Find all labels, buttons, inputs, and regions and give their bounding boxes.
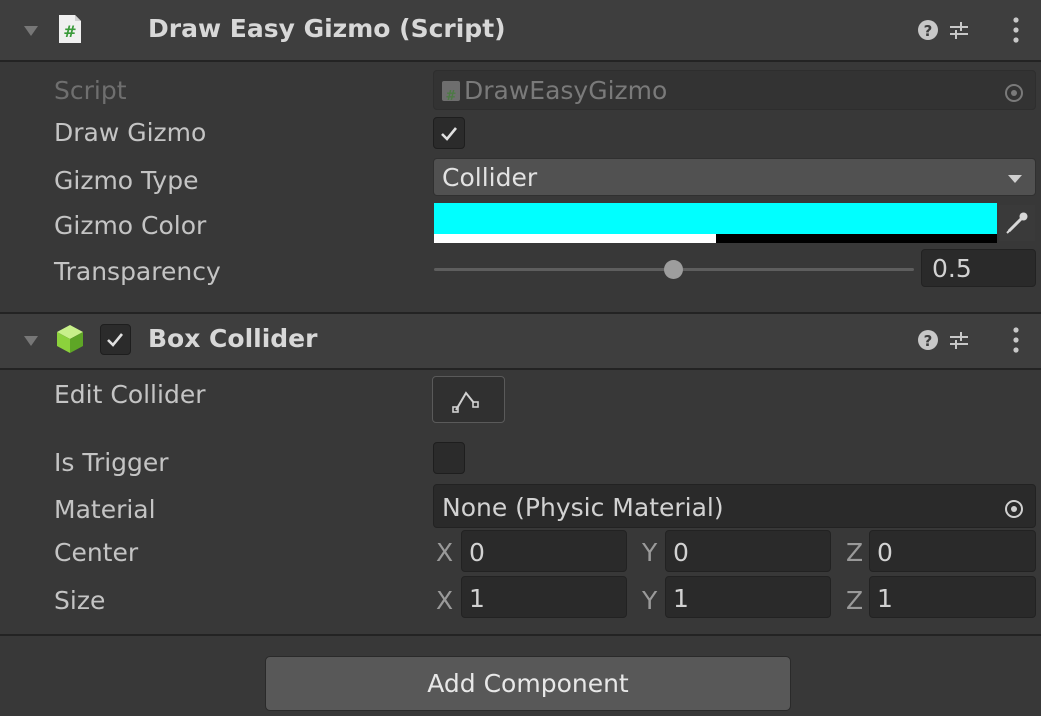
gizmo-type-value: Collider	[442, 163, 538, 192]
checkmark-icon	[107, 333, 124, 347]
svg-text:?: ?	[924, 22, 933, 40]
material-label: Material	[54, 495, 156, 524]
cube-icon	[55, 323, 85, 359]
center-x-axis-label: X	[436, 538, 454, 567]
script-value: DrawEasyGizmo	[464, 76, 668, 105]
size-y-field[interactable]: 1	[665, 576, 831, 618]
script-object-field[interactable]: # DrawEasyGizmo	[433, 70, 1036, 110]
kebab-menu-icon[interactable]	[1012, 327, 1020, 357]
add-component-button[interactable]: Add Component	[265, 656, 791, 711]
edit-collider-button[interactable]	[432, 376, 505, 423]
center-label: Center	[54, 538, 139, 567]
transparency-value-field[interactable]: 0.5	[921, 249, 1036, 287]
kebab-menu-icon[interactable]	[1012, 17, 1020, 47]
component-title: Draw Easy Gizmo (Script)	[148, 14, 506, 43]
svg-text:#: #	[446, 89, 457, 104]
help-icon[interactable]: ?	[917, 19, 939, 45]
presets-sliders-icon[interactable]	[948, 19, 970, 45]
center-y-field[interactable]: 0	[665, 530, 831, 572]
gizmo-color-field[interactable]	[434, 203, 997, 243]
edit-bounds-icon	[452, 391, 479, 413]
script-component-header[interactable]: # Draw Easy Gizmo (Script) ?	[0, 0, 1041, 62]
size-z-value: 1	[877, 584, 893, 613]
material-value: None (Physic Material)	[442, 493, 724, 522]
svg-text:?: ?	[924, 332, 933, 350]
box-collider-enabled-checkbox[interactable]	[100, 324, 131, 355]
material-object-field[interactable]: None (Physic Material)	[433, 484, 1036, 528]
checkmark-icon	[441, 127, 458, 141]
size-z-axis-label: Z	[846, 586, 864, 615]
center-y-value: 0	[673, 538, 689, 567]
eyedropper-button[interactable]	[999, 205, 1035, 241]
presets-sliders-icon[interactable]	[948, 329, 970, 355]
transparency-slider[interactable]	[434, 252, 914, 286]
svg-text:#: #	[63, 22, 76, 41]
eyedropper-icon	[1006, 212, 1028, 234]
slider-thumb[interactable]	[664, 260, 683, 279]
size-label: Size	[54, 586, 106, 615]
center-z-axis-label: Z	[846, 538, 864, 567]
gizmo-color-label: Gizmo Color	[54, 211, 207, 240]
center-z-value: 0	[877, 538, 893, 567]
draw-gizmo-checkbox[interactable]	[433, 117, 465, 149]
gizmo-type-label: Gizmo Type	[54, 166, 199, 195]
size-x-field[interactable]: 1	[461, 576, 627, 618]
size-y-axis-label: Y	[642, 586, 658, 615]
foldout-arrow-icon[interactable]	[24, 26, 38, 36]
gizmo-type-dropdown[interactable]: Collider	[433, 158, 1036, 196]
script-label: Script	[54, 76, 127, 105]
center-z-field[interactable]: 0	[869, 530, 1036, 572]
component-title: Box Collider	[148, 324, 318, 353]
size-x-axis-label: X	[436, 586, 454, 615]
csharp-script-icon: #	[57, 14, 83, 44]
center-x-value: 0	[469, 538, 485, 567]
transparency-label: Transparency	[54, 257, 221, 286]
size-y-value: 1	[673, 584, 689, 613]
center-x-field[interactable]: 0	[461, 530, 627, 572]
alpha-bar	[434, 234, 997, 243]
transparency-value: 0.5	[932, 254, 972, 283]
section-divider	[0, 634, 1041, 636]
alpha-bar-fill	[434, 234, 716, 243]
edit-collider-label: Edit Collider	[54, 380, 206, 409]
help-icon[interactable]: ?	[917, 329, 939, 355]
center-y-axis-label: Y	[642, 538, 658, 567]
chevron-down-icon	[1008, 175, 1022, 183]
draw-gizmo-label: Draw Gizmo	[54, 118, 207, 147]
box-collider-header[interactable]: Box Collider ?	[0, 312, 1041, 370]
is-trigger-checkbox[interactable]	[433, 442, 465, 474]
size-x-value: 1	[469, 584, 485, 613]
size-z-field[interactable]: 1	[869, 576, 1036, 618]
is-trigger-label: Is Trigger	[54, 448, 169, 477]
csharp-script-icon: #	[442, 81, 460, 104]
object-picker-icon[interactable]	[1004, 496, 1024, 525]
color-swatch	[434, 203, 997, 234]
object-picker-icon[interactable]	[1004, 80, 1024, 109]
foldout-arrow-icon[interactable]	[24, 336, 38, 346]
